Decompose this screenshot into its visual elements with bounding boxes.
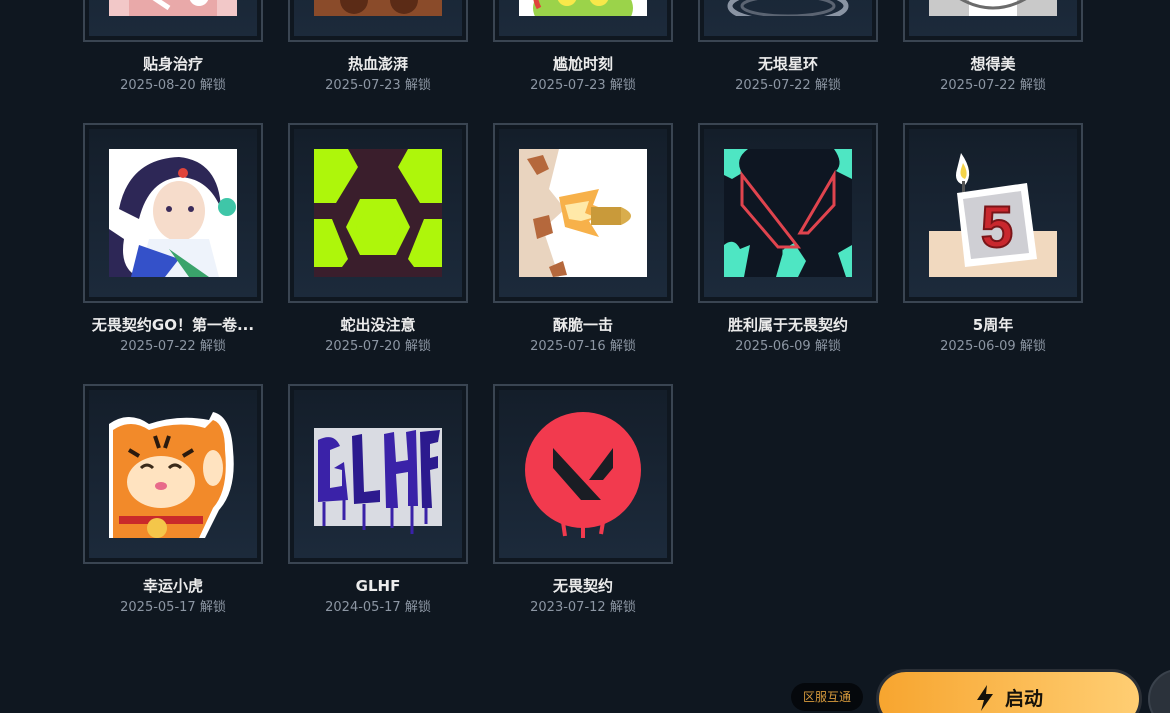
unlock-date: 2025-05-17 解锁 [120,600,226,615]
unlock-date: 2025-07-23 解锁 [325,78,431,93]
spray-card[interactable] [83,384,263,564]
launch-label: 启动 [1004,688,1043,710]
spray-item[interactable]: 酥脆一击 2025-07-16 解锁 [493,123,673,384]
svg-text:5: 5 [981,195,1013,260]
spray-name: 幸运小虎 [142,577,203,595]
spray-item[interactable]: 无垠星环 2025-07-22 解锁 [698,0,878,123]
victory-v-spray-icon [724,149,852,277]
spray-card[interactable] [493,0,673,42]
unlock-date: 2023-07-12 解锁 [530,600,636,615]
star-ring-spray-icon [727,0,849,16]
spray-card[interactable] [493,123,673,303]
unlock-date: 2025-07-20 解锁 [325,339,431,354]
spray-name: 蛇出没注意 [340,316,416,334]
fifth-anniversary-candle-icon: 5 [929,153,1057,277]
spray-card[interactable] [288,0,468,42]
lucky-tiger-spray-icon [109,412,234,538]
spray-card[interactable] [903,0,1083,42]
heal-spray-icon [109,0,237,16]
spray-item[interactable]: 无畏契约 2023-07-12 解锁 [493,384,673,645]
spray-name: 贴身治疗 [142,55,203,73]
spray-name: GLHF [355,577,401,595]
spray-name: 无畏契约GO！第一卷... [91,316,255,334]
spray-item[interactable]: 想得美 2025-07-22 解锁 [903,0,1083,123]
hot-blood-spray-icon [314,0,442,16]
spray-name: 5周年 [972,316,1014,334]
spray-card[interactable] [83,123,263,303]
unlock-date: 2025-07-22 解锁 [735,78,841,93]
spray-name: 酥脆一击 [552,316,613,334]
snake-warning-spray-icon [314,149,442,277]
bullet-spray-icon [519,149,647,277]
spray-name: 想得美 [970,55,1016,73]
awkward-moment-spray-icon [519,0,647,16]
spray-card[interactable] [698,123,878,303]
spray-item[interactable]: GLHF 2024-05-17 解锁 [288,384,468,645]
spray-name: 胜利属于无畏契约 [727,316,848,334]
unlock-date: 2025-07-23 解锁 [530,78,636,93]
spray-item[interactable]: 热血澎湃 2025-07-23 解锁 [288,0,468,123]
spray-name: 无垠星环 [757,55,818,73]
spray-item[interactable]: 5 5周年 2025-06-09 解锁 [903,123,1083,384]
region-interop-badge: 区服互通 [791,683,864,711]
spray-name: 无畏契约 [552,577,613,595]
unlock-date: 2025-06-09 解锁 [940,339,1046,354]
spray-collection-grid: 贴身治疗 2025-08-20 解锁 热血澎湃 2025-07-23 解锁 尴尬… [83,0,1083,645]
unlock-date: 2025-07-16 解锁 [530,339,636,354]
spray-item[interactable]: 蛇出没注意 2025-07-20 解锁 [288,123,468,384]
spray-card[interactable] [288,123,468,303]
secondary-round-button[interactable] [1148,669,1170,713]
spray-card[interactable]: 5 [903,123,1083,303]
unlock-date: 2025-07-22 解锁 [940,78,1046,93]
spray-card[interactable] [288,384,468,564]
lightning-bolt-icon [976,684,993,711]
unlock-date: 2024-05-17 解锁 [325,600,431,615]
spray-card[interactable] [83,0,263,42]
spray-item[interactable]: 无畏契约GO！第一卷... 2025-07-22 解锁 [83,123,263,384]
spray-name: 热血澎湃 [347,55,408,73]
anime-girl-spray-icon [109,149,237,277]
unlock-date: 2025-08-20 解锁 [120,78,226,93]
spray-item[interactable]: 胜利属于无畏契约 2025-06-09 解锁 [698,123,878,384]
spray-item[interactable]: 尴尬时刻 2025-07-23 解锁 [493,0,673,123]
unlock-date: 2025-07-22 解锁 [120,339,226,354]
spray-item[interactable]: 幸运小虎 2025-05-17 解锁 [83,384,263,645]
spray-name: 尴尬时刻 [552,55,613,73]
valorant-logo-spray-icon [525,412,641,538]
launch-button[interactable]: 启动 [876,669,1142,713]
spray-card[interactable] [493,384,673,564]
spray-card[interactable] [698,0,878,42]
spray-item[interactable]: 贴身治疗 2025-08-20 解锁 [83,0,263,123]
glhf-graffiti-spray-icon [314,428,442,534]
dream-on-spray-icon [929,0,1057,16]
unlock-date: 2025-06-09 解锁 [735,339,841,354]
